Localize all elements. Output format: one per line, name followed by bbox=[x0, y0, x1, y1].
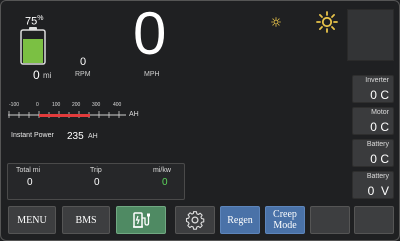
creep-mode-label-line1: Creep bbox=[273, 209, 297, 220]
inverter-temp-value: 0 C bbox=[370, 88, 389, 102]
trip-label: Trip bbox=[90, 167, 102, 174]
battery-percent-symbol: % bbox=[37, 15, 44, 22]
battery-voltage-unit: V bbox=[380, 184, 389, 198]
battery-percent: 75% bbox=[25, 15, 43, 28]
battery-temp-box: Battery 0 C bbox=[352, 139, 394, 167]
scale-tick-label: 200 bbox=[72, 102, 81, 108]
scale-tick-label: 100 bbox=[52, 102, 61, 108]
inverter-temp-label: Inverter bbox=[365, 77, 389, 84]
range-value: 0 bbox=[33, 68, 40, 82]
battery-temp-value: 0 C bbox=[370, 152, 389, 166]
settings-button[interactable] bbox=[175, 206, 215, 234]
motor-temp-box: Motor 0 C bbox=[352, 107, 394, 135]
inverter-temp-box: Inverter 0 C bbox=[352, 75, 394, 103]
speed-unit: MPH bbox=[144, 71, 160, 78]
dashboard-screen: 75% 0 mi 0 RPM 0 MPH -100 0 100 200 300 … bbox=[0, 0, 400, 241]
battery-icon bbox=[20, 27, 46, 65]
gear-icon bbox=[185, 211, 205, 230]
total-miles-value: 0 bbox=[27, 177, 33, 188]
battery-fill bbox=[23, 39, 43, 63]
battery-percent-value: 75 bbox=[25, 15, 38, 28]
scale-tick-label: 0 bbox=[36, 102, 39, 108]
menu-button[interactable]: MENU bbox=[8, 206, 56, 234]
charging-button[interactable] bbox=[116, 206, 166, 234]
battery-voltage-value: 0 V bbox=[368, 184, 389, 198]
efficiency-value: 0 bbox=[162, 177, 168, 188]
range-unit: mi bbox=[43, 71, 52, 80]
instant-power-unit: AH bbox=[88, 133, 98, 140]
efficiency-label: mi/kw bbox=[153, 167, 171, 174]
instant-power-label: Instant Power bbox=[11, 132, 54, 139]
empty-button-1[interactable] bbox=[310, 206, 350, 234]
power-scale-unit: AH bbox=[129, 111, 139, 118]
inverter-temp-unit: C bbox=[380, 88, 389, 102]
trip-stats-panel: Total mi 0 Trip 0 mi/kw 0 bbox=[7, 163, 185, 200]
inverter-temp-number: 0 bbox=[370, 88, 377, 102]
rpm-value: 0 bbox=[80, 56, 87, 68]
creep-mode-button[interactable]: Creep Mode bbox=[265, 206, 305, 234]
battery-voltage-number: 0 bbox=[367, 184, 375, 198]
battery-temp-unit: C bbox=[380, 152, 389, 166]
brightness-low-icon[interactable] bbox=[271, 17, 281, 27]
brightness-high-icon[interactable] bbox=[316, 11, 338, 33]
empty-button-2[interactable] bbox=[354, 206, 394, 234]
total-miles-label: Total mi bbox=[16, 167, 41, 174]
motor-temp-value: 0 C bbox=[370, 120, 389, 134]
creep-mode-label-line2: Mode bbox=[273, 220, 297, 231]
battery-voltage-box: Battery 0 V bbox=[352, 171, 394, 199]
battery-temp-number: 0 bbox=[370, 152, 377, 166]
speed-value: 0 bbox=[133, 0, 167, 67]
scale-tick-label: 400 bbox=[113, 102, 122, 108]
regen-button[interactable]: Regen bbox=[220, 206, 260, 234]
bms-button[interactable]: BMS bbox=[62, 206, 110, 234]
scale-tick-label: -100 bbox=[9, 102, 20, 108]
power-scale-active bbox=[39, 114, 90, 117]
top-right-panel[interactable] bbox=[347, 9, 394, 61]
trip-value: 0 bbox=[94, 177, 100, 188]
motor-temp-number: 0 bbox=[370, 120, 377, 134]
motor-temp-label: Motor bbox=[371, 109, 389, 116]
battery-temp-label: Battery bbox=[366, 141, 389, 148]
battery-voltage-label: Battery bbox=[366, 173, 389, 180]
rpm-unit: RPM bbox=[75, 71, 91, 78]
motor-temp-unit: C bbox=[380, 120, 389, 134]
charging-station-icon bbox=[133, 212, 150, 228]
instant-power-value: 235 bbox=[67, 131, 84, 142]
scale-tick-label: 300 bbox=[92, 102, 101, 108]
power-scale-bar bbox=[8, 111, 126, 118]
